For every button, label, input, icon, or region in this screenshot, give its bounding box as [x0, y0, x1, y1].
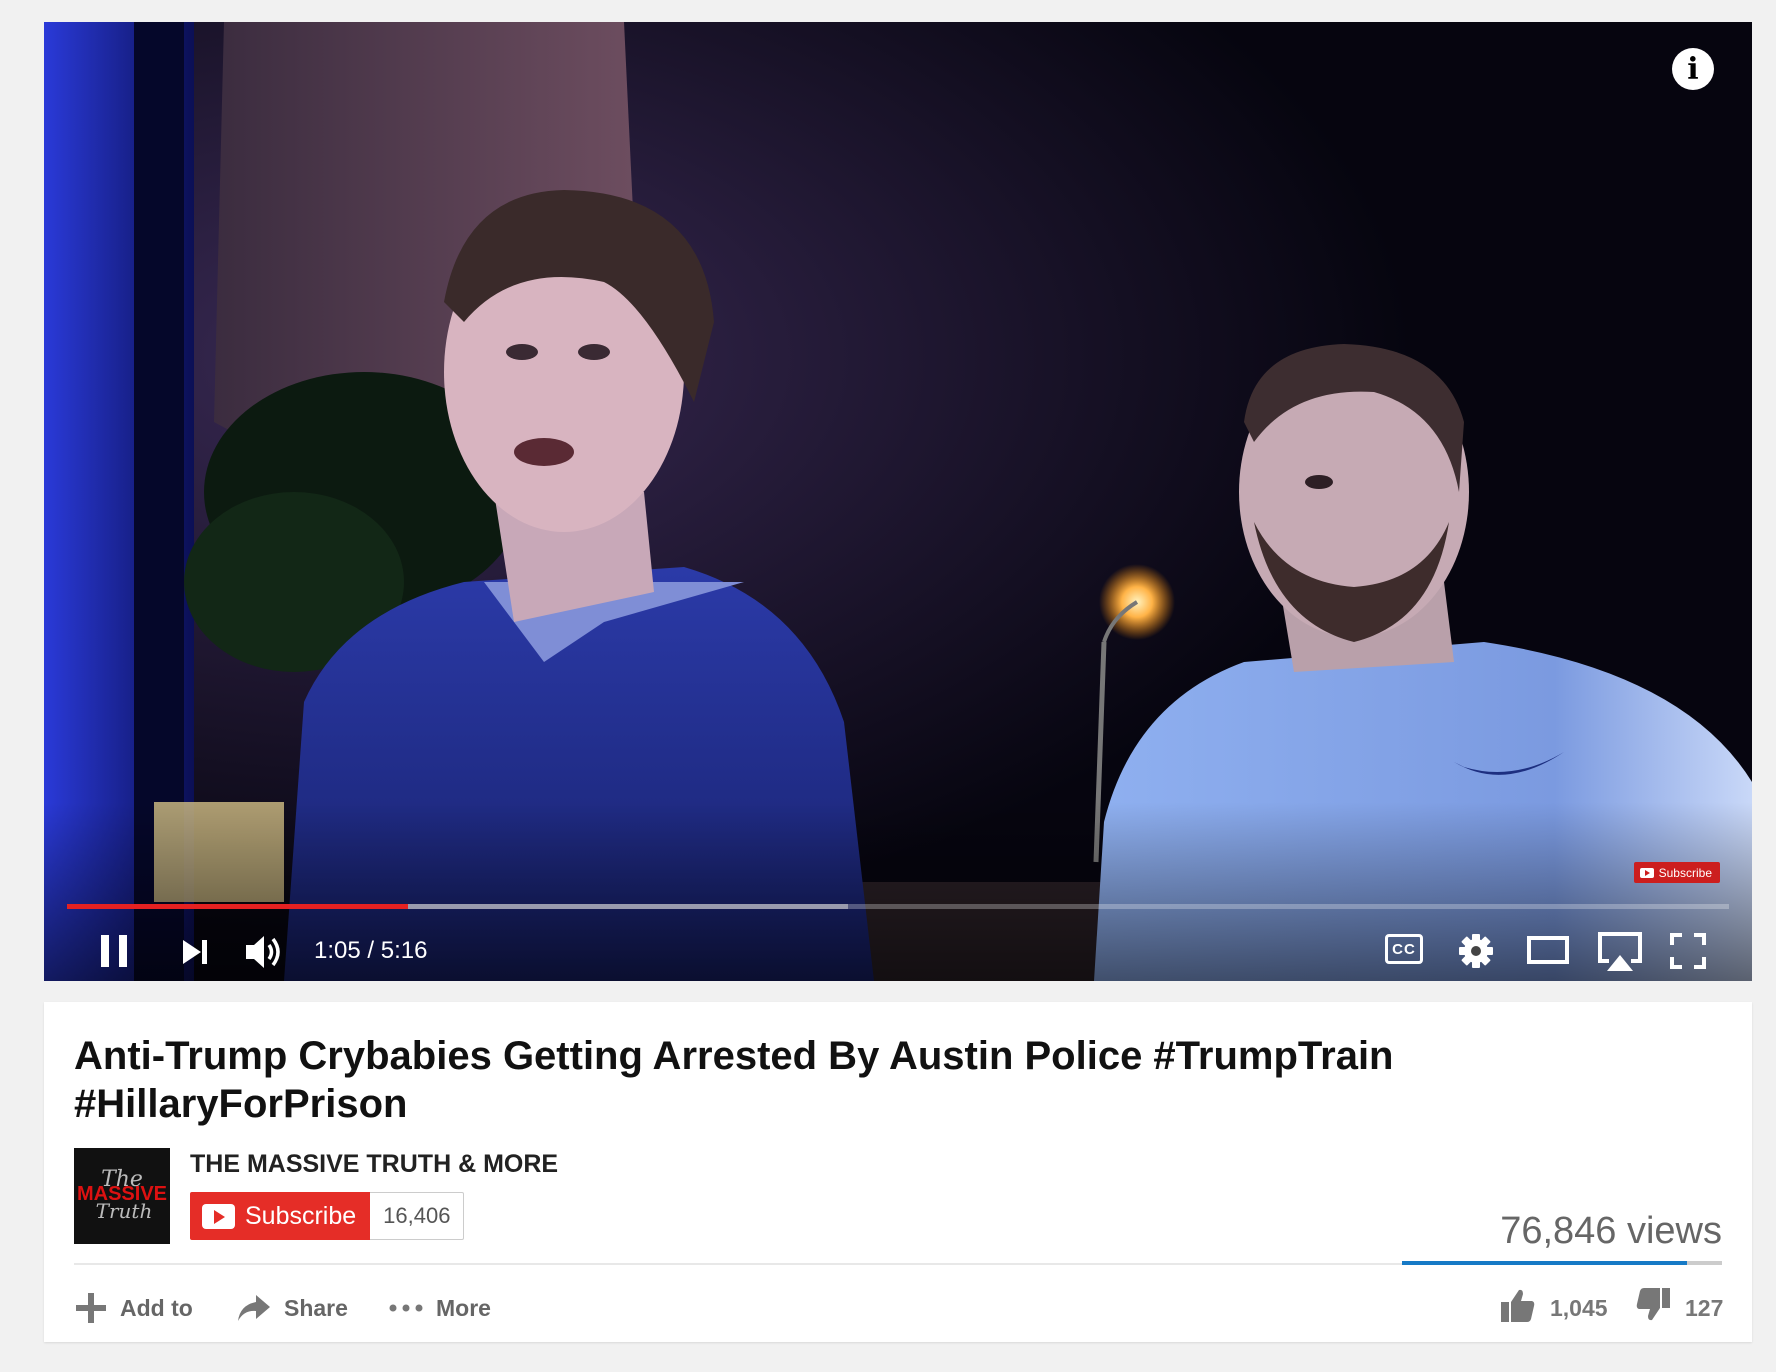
svg-text:Truth: Truth [96, 1199, 153, 1223]
pause-icon[interactable] [99, 935, 129, 967]
next-icon[interactable] [181, 939, 209, 965]
gear-icon[interactable] [1457, 932, 1495, 970]
video-player[interactable]: i Subscribe 1:05 / 5:16 CC [44, 22, 1752, 981]
share-label: Share [284, 1294, 348, 1321]
subscribe-button[interactable]: Subscribe [190, 1192, 371, 1240]
video-info-card: Anti-Trump Crybabies Getting Arrested By… [44, 1002, 1752, 1342]
time-display: 1:05 / 5:16 [314, 937, 428, 964]
youtube-play-icon [202, 1203, 235, 1229]
played-bar [67, 904, 408, 909]
more-label: More [436, 1294, 491, 1321]
like-ratio-fill [1402, 1261, 1687, 1265]
channel-name[interactable]: THE MASSIVE TRUTH & MORE [190, 1150, 558, 1179]
subscribe-label: Subscribe [245, 1201, 357, 1230]
dislike-button[interactable]: 127 [1635, 1286, 1723, 1330]
more-button[interactable]: More [388, 1288, 491, 1328]
fullscreen-icon[interactable] [1670, 933, 1706, 969]
like-button[interactable]: 1,045 [1500, 1286, 1608, 1330]
ellipsis-icon [388, 1303, 424, 1313]
video-title: Anti-Trump Crybabies Getting Arrested By… [74, 1034, 1394, 1126]
info-icon[interactable]: i [1672, 48, 1714, 90]
airplay-icon[interactable] [1597, 931, 1643, 973]
video-frame [44, 22, 1752, 981]
thumbs-up-icon [1500, 1287, 1536, 1329]
subscriber-count: 16,406 [370, 1192, 465, 1240]
theater-icon[interactable] [1527, 933, 1569, 967]
add-to-label: Add to [120, 1294, 193, 1321]
channel-logo-image: The MASSIVE Truth [74, 1148, 170, 1244]
subscribe-watermark-button[interactable]: Subscribe [1633, 862, 1720, 883]
plus-icon [74, 1291, 108, 1325]
volume-icon[interactable] [244, 933, 286, 971]
player-controls: 1:05 / 5:16 CC [44, 927, 1752, 975]
view-count: 76,846 views [1500, 1210, 1722, 1252]
share-button[interactable]: Share [236, 1288, 348, 1328]
thumbs-down-icon [1635, 1287, 1671, 1329]
subscribe-group: Subscribe 16,406 [190, 1192, 465, 1240]
channel-avatar[interactable]: The MASSIVE Truth [74, 1148, 170, 1244]
share-arrow-icon [236, 1293, 272, 1323]
dislike-count: 127 [1685, 1294, 1724, 1321]
like-ratio-bar [1402, 1261, 1722, 1265]
add-to-button[interactable]: Add to [74, 1288, 193, 1328]
subscribe-watermark-label: Subscribe [1658, 865, 1712, 880]
youtube-logo-icon [1639, 867, 1654, 878]
like-count: 1,045 [1550, 1294, 1608, 1321]
progress-bar[interactable] [67, 904, 1729, 909]
cc-icon[interactable]: CC [1385, 934, 1423, 964]
